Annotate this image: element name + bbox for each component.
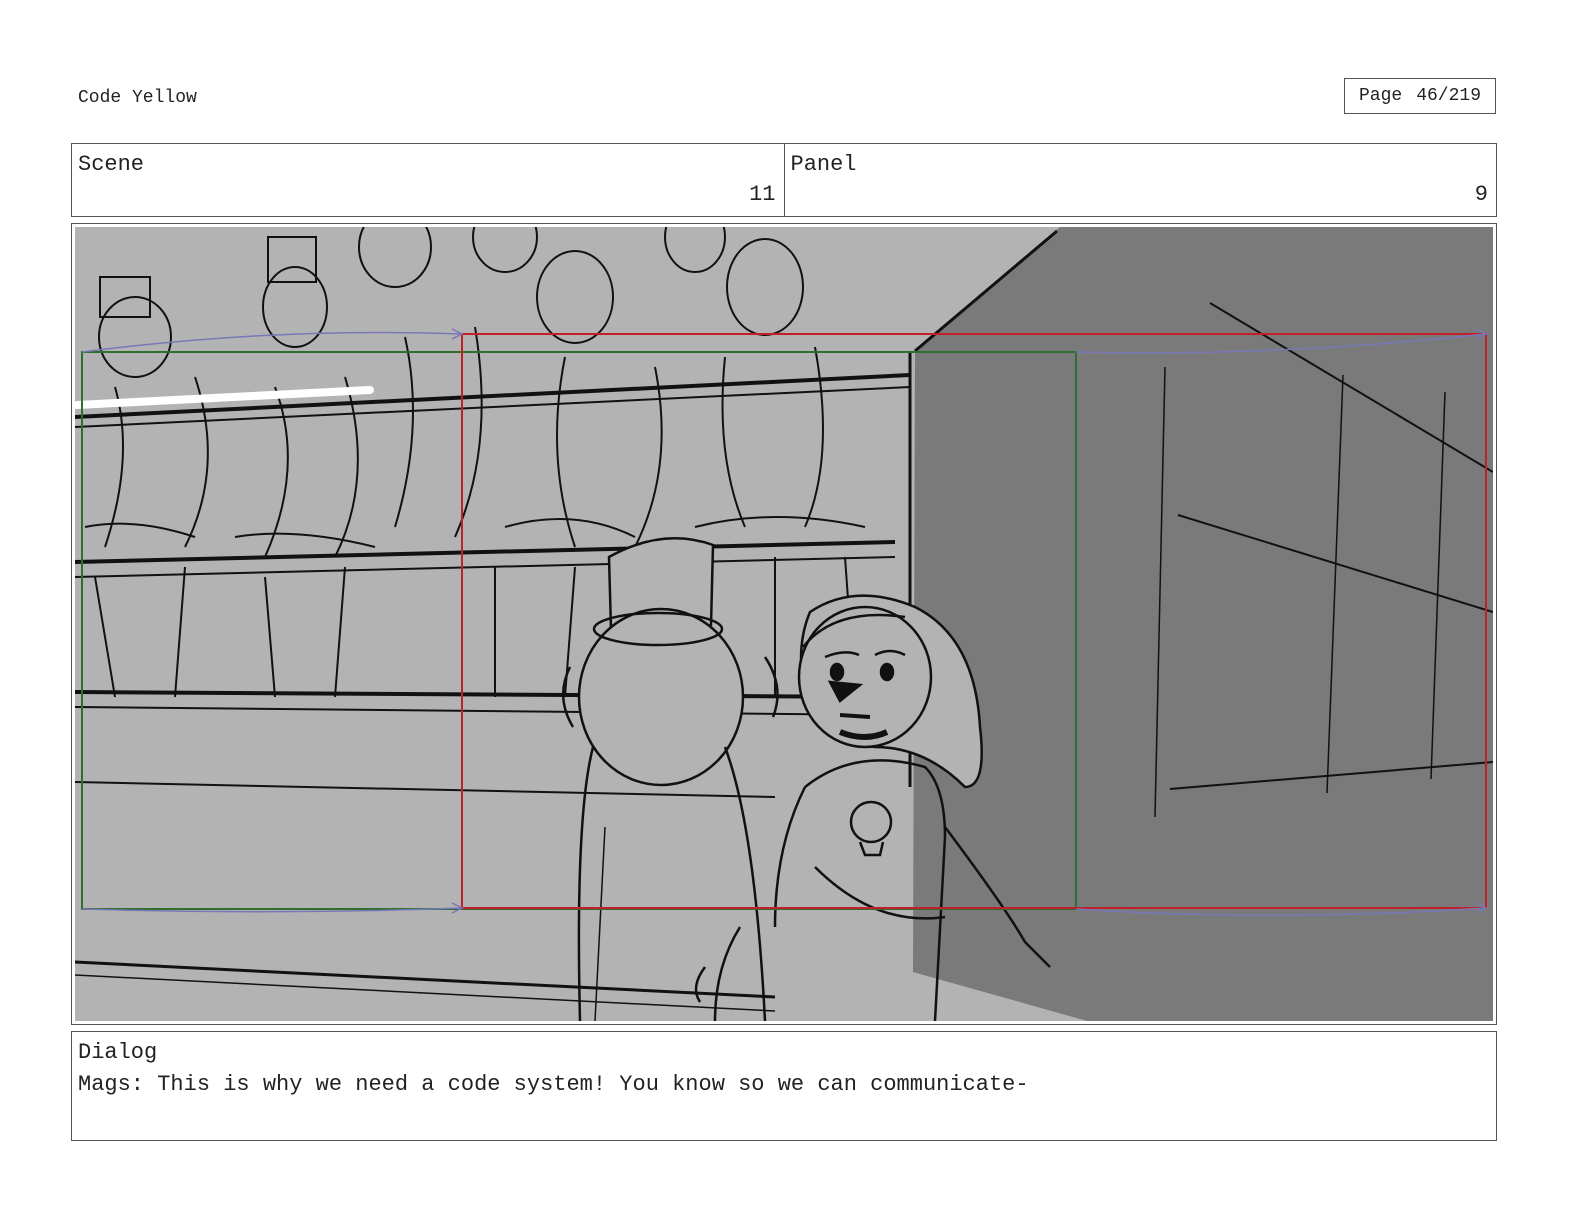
dialog-text: Mags: This is why we need a code system!… xyxy=(78,1072,1029,1097)
page-number: 46/219 xyxy=(1416,86,1482,106)
panel-label: Panel xyxy=(790,152,857,177)
panel-cell: Panel 9 xyxy=(783,144,1497,216)
storyboard-frame xyxy=(75,227,1493,1021)
boy-character xyxy=(561,537,779,1021)
scene-cell: Scene 11 xyxy=(72,144,784,216)
crowd-sketch xyxy=(84,227,866,698)
page-indicator: Page 46/219 xyxy=(1344,78,1496,114)
panel-number: 9 xyxy=(1474,182,1488,207)
page-label: Page xyxy=(1358,86,1403,106)
project-title: Code Yellow xyxy=(78,88,197,108)
scene-label: Scene xyxy=(78,152,145,177)
storyboard-sketch xyxy=(75,227,1493,1021)
scene-panel-header: Scene 11 Panel 9 xyxy=(71,143,1497,217)
dialog-box: Dialog Mags: This is why we need a code … xyxy=(71,1031,1497,1141)
scene-number: 11 xyxy=(749,182,776,207)
dialog-label: Dialog xyxy=(78,1040,158,1065)
